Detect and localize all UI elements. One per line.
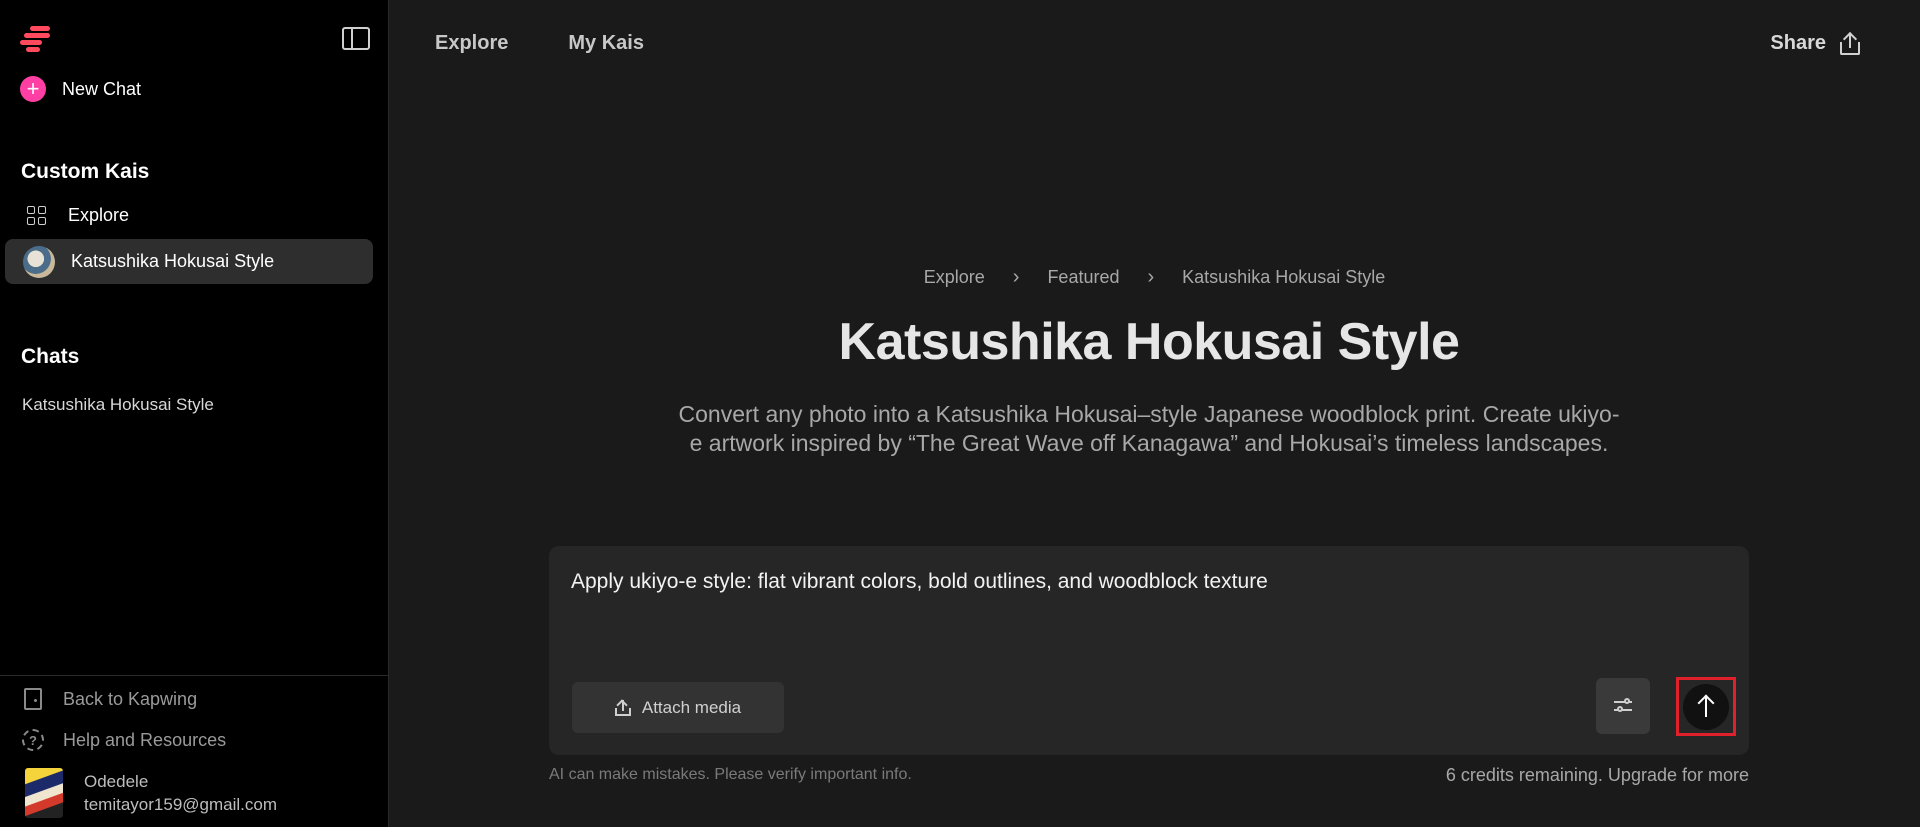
help-resources-link[interactable]: ? Help and Resources <box>20 727 226 753</box>
help-resources-label: Help and Resources <box>63 729 227 750</box>
user-email: temitayor159@gmail.com <box>84 795 277 814</box>
user-avatar[interactable] <box>25 768 63 818</box>
chevron-right-icon: › <box>1147 266 1155 288</box>
attach-media-label: Attach media <box>641 697 742 717</box>
share-label: Share <box>1770 32 1826 54</box>
grid-icon <box>27 206 47 226</box>
prompt-composer: Apply ukiyo-e style: flat vibrant colors… <box>549 546 1749 755</box>
plus-icon: + <box>20 76 46 102</box>
breadcrumb: Explore › Featured › Katsushika Hokusai … <box>0 266 1920 289</box>
sidebar-item-explore[interactable]: Explore <box>5 193 373 238</box>
sidebar-divider <box>0 675 388 676</box>
back-to-kapwing-label: Back to Kapwing <box>63 688 198 709</box>
nav-explore[interactable]: Explore <box>435 32 508 55</box>
chat-item[interactable]: Katsushika Hokusai Style <box>22 395 214 415</box>
upload-icon <box>614 698 631 716</box>
settings-button[interactable] <box>1596 678 1650 734</box>
breadcrumb-explore[interactable]: Explore <box>924 267 985 288</box>
send-button[interactable] <box>1683 684 1729 730</box>
chevron-right-icon: › <box>1012 266 1020 288</box>
sidebar: + New Chat Custom Kais Explore Katsushik… <box>0 0 389 827</box>
share-icon <box>1840 31 1860 55</box>
send-highlight-frame <box>1676 677 1736 736</box>
credits-remaining[interactable]: 6 credits remaining. Upgrade for more <box>1446 765 1749 786</box>
attach-media-button[interactable]: Attach media <box>572 682 784 733</box>
help-circle-icon: ? <box>22 729 44 751</box>
door-icon <box>24 688 42 710</box>
custom-kais-heading: Custom Kais <box>21 160 150 183</box>
new-chat-button[interactable]: + New Chat <box>20 76 141 102</box>
breadcrumb-featured[interactable]: Featured <box>1047 267 1119 288</box>
top-nav: Explore My Kais <box>435 32 644 55</box>
user-name: Odedele <box>84 772 149 791</box>
page-title: Katsushika Hokusai Style <box>838 313 1460 371</box>
chats-heading: Chats <box>21 345 80 368</box>
app-window: + New Chat Custom Kais Explore Katsushik… <box>0 0 1920 827</box>
breadcrumb-current: Katsushika Hokusai Style <box>1182 267 1386 287</box>
sidebar-item-label: Explore <box>68 205 130 225</box>
disclaimer-text: AI can make mistakes. Please verify impo… <box>549 766 912 783</box>
nav-my-kais[interactable]: My Kais <box>568 32 644 55</box>
prompt-input[interactable]: Apply ukiyo-e style: flat vibrant colors… <box>571 570 1268 594</box>
sidebar-toggle-icon[interactable] <box>342 27 370 50</box>
sliders-icon <box>1614 697 1632 715</box>
share-button[interactable]: Share <box>1770 31 1860 55</box>
back-to-kapwing-link[interactable]: Back to Kapwing <box>20 686 197 712</box>
page-description: Convert any photo into a Katsushika Hoku… <box>678 401 1620 456</box>
new-chat-label: New Chat <box>62 78 142 99</box>
kapwing-logo[interactable] <box>20 26 50 52</box>
